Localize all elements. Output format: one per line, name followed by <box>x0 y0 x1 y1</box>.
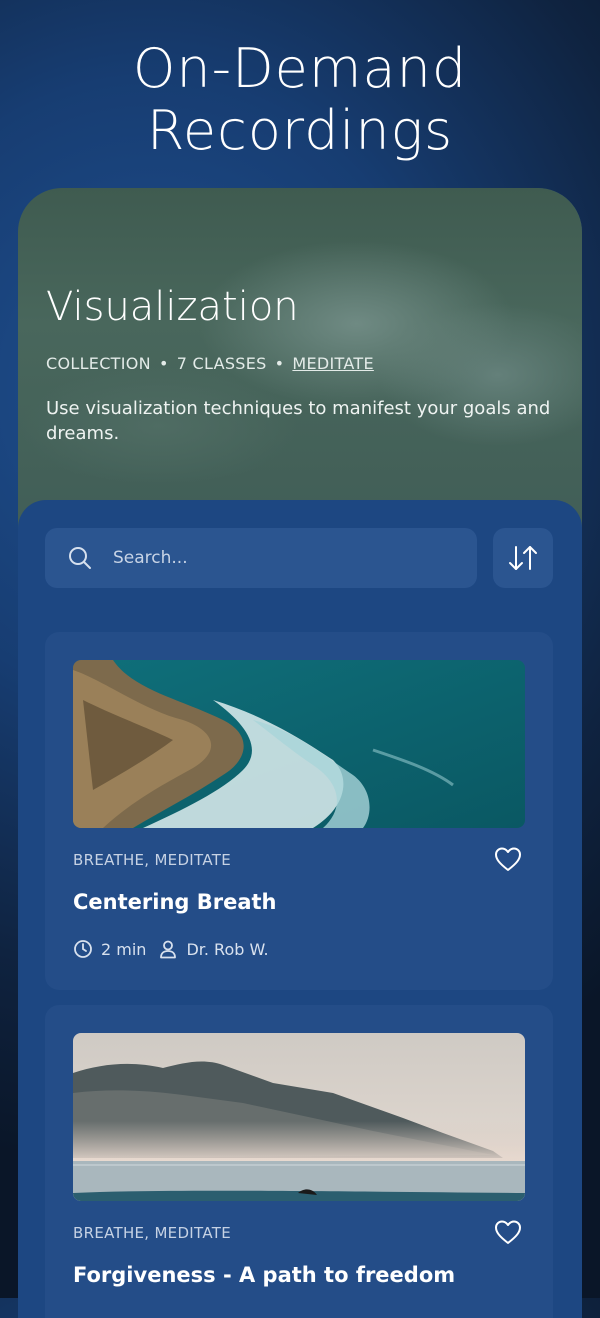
clock-icon <box>74 940 92 958</box>
sort-icon <box>509 546 537 570</box>
recording-instructor: Dr. Rob W. <box>186 939 269 959</box>
recording-title: Centering Breath <box>73 890 277 914</box>
page-title-line1: On-Demand <box>132 37 468 100</box>
search-input[interactable]: Search... <box>45 528 477 588</box>
collection-category-link[interactable]: MEDITATE <box>292 354 373 373</box>
heart-icon[interactable] <box>493 1217 523 1247</box>
ocean-rocks-image <box>73 660 525 828</box>
search-placeholder: Search... <box>113 548 188 568</box>
meta-separator: • <box>158 354 169 373</box>
recordings-panel: Search... BREATHE, MEDITATE Centering Br… <box>18 500 582 1318</box>
collection-card: Visualization COLLECTION • 7 CLASSES • M… <box>18 188 582 1318</box>
sort-button[interactable] <box>493 528 553 588</box>
recording-thumbnail <box>73 1033 525 1201</box>
page-title-line2: Recordings <box>146 99 454 162</box>
recording-card[interactable]: BREATHE, MEDITATE Forgiveness - A path t… <box>45 1005 553 1318</box>
misty-mountains-image <box>73 1033 525 1201</box>
collection-type: COLLECTION <box>46 354 151 373</box>
collection-title: Visualization <box>46 284 299 330</box>
collection-header: Visualization COLLECTION • 7 CLASSES • M… <box>18 188 582 528</box>
page-title: On-Demand Recordings <box>0 38 600 162</box>
search-icon <box>69 547 91 569</box>
collection-meta: COLLECTION • 7 CLASSES • MEDITATE <box>46 354 374 373</box>
recording-tags: BREATHE, MEDITATE <box>73 851 231 869</box>
collection-class-count: 7 CLASSES <box>176 354 267 373</box>
recording-details: 2 min Dr. Rob W. <box>73 939 269 959</box>
recording-duration: 2 min <box>101 939 147 959</box>
recording-thumbnail <box>73 660 525 828</box>
meta-separator: • <box>274 354 285 373</box>
user-icon <box>160 940 177 959</box>
collection-description: Use visualization techniques to manifest… <box>46 398 551 444</box>
recording-card[interactable]: BREATHE, MEDITATE Centering Breath 2 min… <box>45 632 553 990</box>
heart-icon[interactable] <box>493 844 523 874</box>
recording-tags: BREATHE, MEDITATE <box>73 1224 231 1242</box>
recording-title: Forgiveness - A path to freedom <box>73 1263 456 1287</box>
